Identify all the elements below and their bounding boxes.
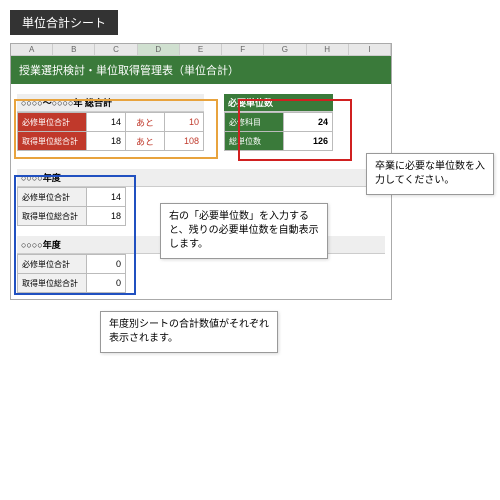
req-value[interactable]: 126 — [284, 132, 333, 151]
spreadsheet: A B C D E F G H I 授業選択検討・単位取得管理表（単位合計） ○… — [10, 43, 392, 300]
callout-red: 卒業に必要な単位数を入力してください。 — [366, 153, 494, 195]
cell[interactable]: 18 — [87, 207, 126, 226]
row-label: 取得単位総合計 — [18, 132, 87, 151]
total-section: ○○○○～○○○○年 総合計 必修単位合計 14 あと 10 取得単位総合計 1… — [17, 94, 204, 151]
row-label: 取得単位総合計 — [18, 207, 87, 226]
col-E[interactable]: E — [180, 44, 222, 55]
cell[interactable]: 18 — [87, 132, 126, 151]
col-I[interactable]: I — [349, 44, 391, 55]
req-value[interactable]: 24 — [284, 113, 333, 132]
col-A[interactable]: A — [11, 44, 53, 55]
sheet-header: 授業選択検討・単位取得管理表（単位合計） — [11, 56, 391, 84]
cell[interactable]: 0 — [87, 255, 126, 274]
cell[interactable]: 14 — [87, 113, 126, 132]
required-title: 必要単位数 — [224, 94, 333, 112]
col-B[interactable]: B — [53, 44, 95, 55]
ato-label: あと — [126, 132, 165, 151]
row-label: 必修単位合計 — [18, 113, 87, 132]
row-label: 必修単位合計 — [18, 188, 87, 207]
col-H[interactable]: H — [307, 44, 349, 55]
callout-blue: 年度別シートの合計数値がそれぞれ表示されます。 — [100, 311, 278, 353]
total-title: ○○○○～○○○○年 総合計 — [17, 94, 204, 112]
row-label: 取得単位総合計 — [18, 274, 87, 293]
col-F[interactable]: F — [222, 44, 264, 55]
req-label: 必修科目 — [225, 113, 284, 132]
col-G[interactable]: G — [264, 44, 306, 55]
cell[interactable]: 0 — [87, 274, 126, 293]
req-label: 総単位数 — [225, 132, 284, 151]
ato-value: 10 — [165, 113, 204, 132]
page-title: 単位合計シート — [10, 10, 118, 35]
callout-orange: 右の「必要単位数」を入力すると、残りの必要単位数を自動表示します。 — [160, 203, 328, 259]
column-headers: A B C D E F G H I — [11, 44, 391, 56]
col-C[interactable]: C — [95, 44, 137, 55]
year-title: ○○○○年度 — [17, 169, 385, 187]
required-section: 必要単位数 必修科目 24 総単位数 126 — [224, 94, 333, 151]
cell[interactable]: 14 — [87, 188, 126, 207]
ato-value: 108 — [165, 132, 204, 151]
col-D[interactable]: D — [138, 44, 180, 55]
row-label: 必修単位合計 — [18, 255, 87, 274]
ato-label: あと — [126, 113, 165, 132]
